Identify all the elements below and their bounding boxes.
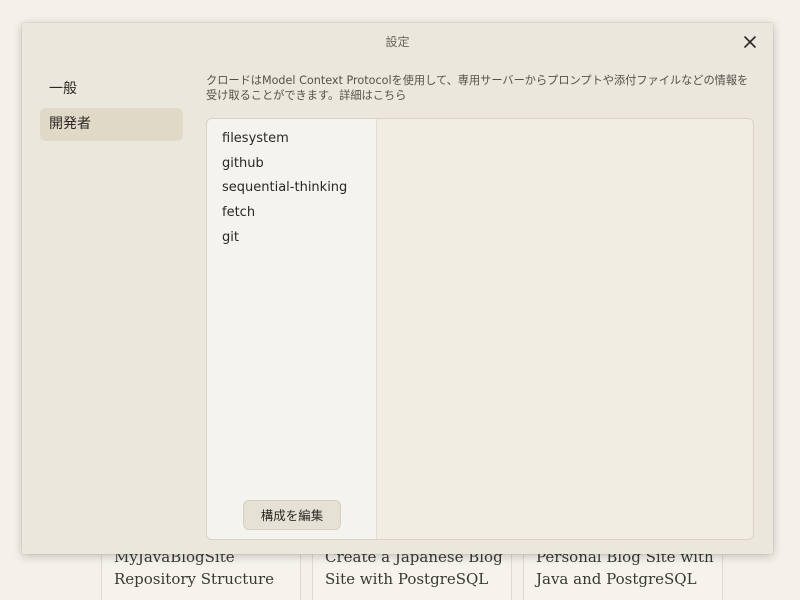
settings-dialog: 設定 一般 開発者 クロードはModel Context Protocolを使用… <box>22 23 773 554</box>
server-item-git[interactable]: git <box>222 230 239 245</box>
dialog-title: 設定 <box>385 35 410 49</box>
server-item-filesystem[interactable]: filesystem <box>222 131 289 146</box>
background-card-line: Site with PostgreSQL <box>325 570 489 588</box>
description-text: クロードはModel Context Protocolを使用して、専用サーバーか… <box>206 74 749 102</box>
background-card-line: Java and PostgreSQL <box>536 570 697 588</box>
mcp-servers-panel: filesystem github sequential-thinking fe… <box>206 118 754 540</box>
edit-config-button[interactable]: 構成を編集 <box>243 500 341 530</box>
nav-item-developer[interactable]: 開発者 <box>40 108 183 141</box>
close-icon <box>744 36 756 48</box>
server-detail-area <box>377 119 753 539</box>
settings-nav: 一般 開発者 <box>40 73 183 143</box>
learn-more-link[interactable]: 詳細はこちら <box>339 89 406 102</box>
server-item-github[interactable]: github <box>222 156 264 171</box>
developer-description: クロードはModel Context Protocolを使用して、専用サーバーか… <box>206 73 756 103</box>
nav-item-general[interactable]: 一般 <box>40 73 183 106</box>
close-button[interactable] <box>741 33 759 51</box>
server-list: filesystem github sequential-thinking fe… <box>207 119 377 539</box>
server-item-sequential-thinking[interactable]: sequential-thinking <box>222 180 347 195</box>
background-card-line: Repository Structure <box>114 570 275 588</box>
server-item-fetch[interactable]: fetch <box>222 205 255 220</box>
